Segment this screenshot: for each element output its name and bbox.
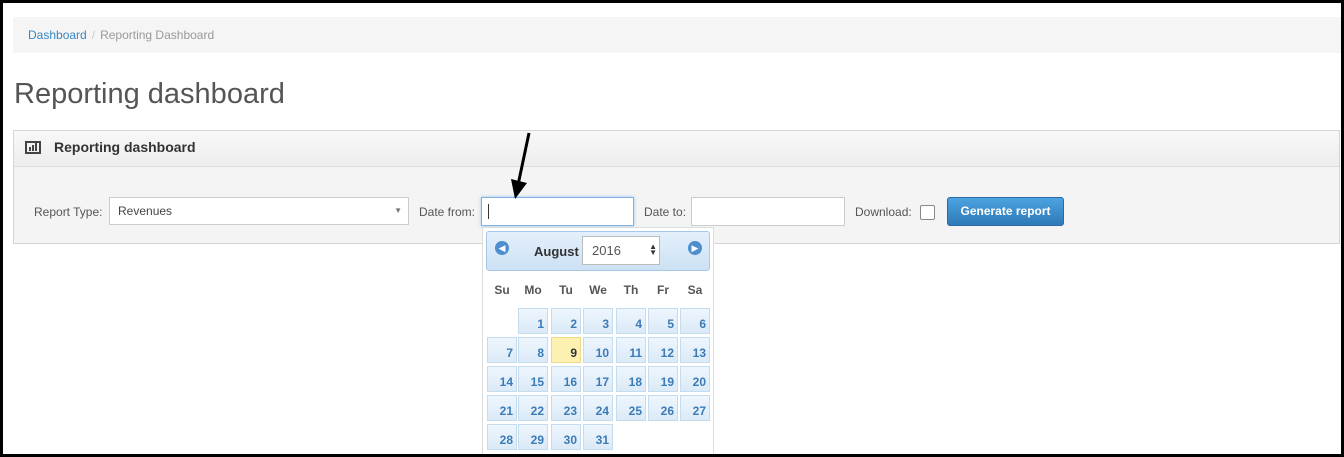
spinner-icon: ▲ ▼ <box>649 242 657 257</box>
datepicker-year-value: 2016 <box>592 243 621 258</box>
download-label: Download: <box>855 205 912 219</box>
weekday-header: We <box>589 283 607 297</box>
calendar-day[interactable]: 10 <box>583 337 613 363</box>
calendar-day[interactable]: 21 <box>487 395 517 421</box>
circle-arrow-left-icon[interactable]: ◀ <box>495 241 509 255</box>
calendar-day[interactable]: 28 <box>487 424 517 450</box>
browser-frame: Dashboard / Reporting Dashboard Reporting … <box>0 0 1344 457</box>
calendar-day[interactable]: 3 <box>583 308 613 334</box>
circle-arrow-right-icon[interactable]: ▶ <box>688 241 702 255</box>
calendar-day[interactable]: 6 <box>680 308 710 334</box>
calendar-day[interactable]: 27 <box>680 395 710 421</box>
calendar-day[interactable]: 8 <box>518 337 548 363</box>
report-type-select[interactable]: Revenues ▼ <box>109 197 409 225</box>
text-cursor <box>488 204 489 219</box>
breadcrumb: Dashboard / Reporting Dashboard <box>13 17 1341 53</box>
panel-title: Reporting dashboard <box>54 139 196 155</box>
calendar-day[interactable]: 7 <box>487 337 517 363</box>
calendar-day[interactable]: 15 <box>518 366 548 392</box>
datepicker-year-select[interactable]: 2016 ▲ ▼ <box>582 236 660 265</box>
calendar-day[interactable]: 29 <box>518 424 548 450</box>
dropdown-caret-icon: ▼ <box>394 206 402 215</box>
breadcrumb-dashboard-link[interactable]: Dashboard <box>28 28 87 42</box>
weekday-header: Mo <box>524 283 542 297</box>
report-type-label: Report Type: <box>34 205 103 219</box>
calendar-day[interactable]: 13 <box>680 337 710 363</box>
calendar-day[interactable]: 19 <box>648 366 678 392</box>
panel-header: Reporting dashboard <box>14 131 1339 167</box>
report-type-value: Revenues <box>118 204 173 218</box>
calendar-day[interactable]: 31 <box>583 424 613 450</box>
date-to-input[interactable] <box>691 197 845 226</box>
weekday-header: Fr <box>657 283 669 297</box>
calendar-day-today[interactable]: 9 <box>551 337 581 363</box>
date-from-label: Date from: <box>419 205 476 219</box>
calendar-day[interactable]: 30 <box>551 424 581 450</box>
calendar-day[interactable]: 4 <box>616 308 646 334</box>
generate-report-button[interactable]: Generate report <box>947 197 1064 226</box>
calendar-day[interactable]: 12 <box>648 337 678 363</box>
datepicker-popup: ◀ August 2016 ▲ ▼ ▶ Su Mo Tu We Th Fr Sa 1 2 3 4 5 6 7… <box>482 227 714 454</box>
calendar-day[interactable]: 16 <box>551 366 581 392</box>
weekday-header: Tu <box>559 283 573 297</box>
bar-chart-icon <box>25 141 41 154</box>
calendar-day[interactable]: 1 <box>518 308 548 334</box>
download-checkbox[interactable] <box>920 205 935 220</box>
calendar-day[interactable]: 5 <box>648 308 678 334</box>
breadcrumb-separator: / <box>91 28 96 42</box>
calendar-day[interactable]: 14 <box>487 366 517 392</box>
calendar-day[interactable]: 25 <box>616 395 646 421</box>
calendar-day[interactable]: 20 <box>680 366 710 392</box>
calendar-day[interactable]: 11 <box>616 337 646 363</box>
weekday-header: Sa <box>687 283 703 297</box>
calendar-day[interactable]: 18 <box>616 366 646 392</box>
calendar-day[interactable]: 17 <box>583 366 613 392</box>
annotation-arrow-icon <box>511 132 531 199</box>
calendar-day[interactable]: 26 <box>648 395 678 421</box>
calendar-day[interactable]: 23 <box>551 395 581 421</box>
weekday-header: Th <box>623 283 639 297</box>
page-title: Reporting dashboard <box>14 78 285 110</box>
datepicker-month: August <box>534 244 579 259</box>
calendar-day[interactable]: 24 <box>583 395 613 421</box>
datepicker-header: ◀ August 2016 ▲ ▼ ▶ <box>486 231 710 271</box>
calendar-day[interactable]: 22 <box>518 395 548 421</box>
breadcrumb-current: Reporting Dashboard <box>100 28 215 42</box>
calendar-day[interactable]: 2 <box>551 308 581 334</box>
weekday-header: Su <box>494 283 510 297</box>
date-to-label: Date to: <box>644 205 687 219</box>
